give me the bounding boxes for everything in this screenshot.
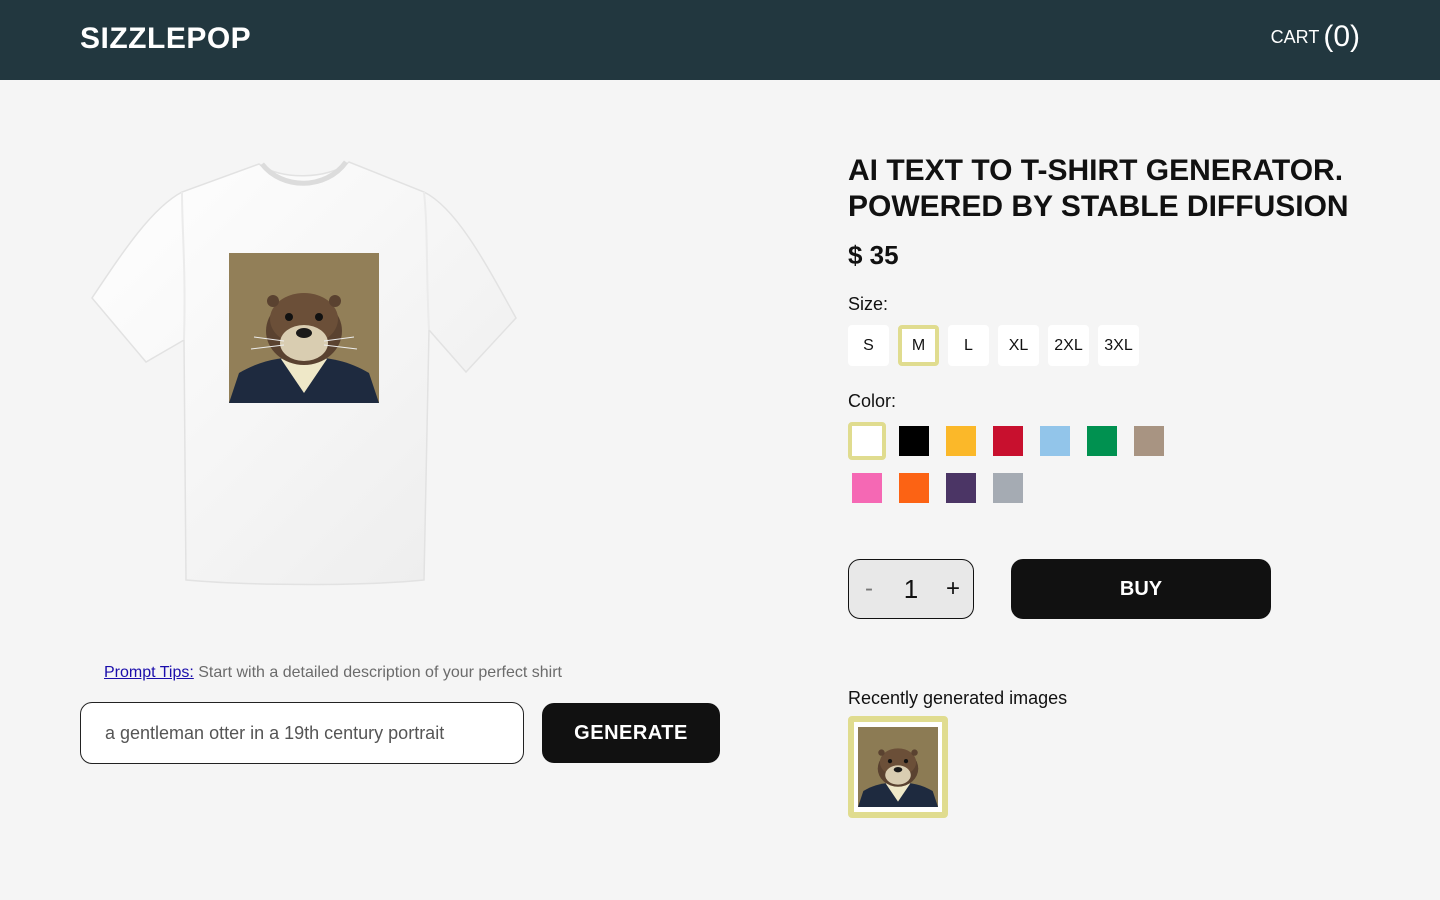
color-swatch-2[interactable] bbox=[895, 422, 933, 460]
color-swatch-8[interactable] bbox=[848, 469, 886, 507]
otter-portrait-thumbnail bbox=[858, 727, 938, 807]
size-option-2xl[interactable]: 2XL bbox=[1048, 325, 1089, 366]
color-swatch-4[interactable] bbox=[989, 422, 1027, 460]
site-header: SIZZLEPOP CART (0) bbox=[0, 0, 1440, 80]
quantity-value: 1 bbox=[903, 573, 919, 604]
color-swatch-fill bbox=[1087, 426, 1117, 456]
tshirt-preview bbox=[84, 150, 524, 590]
quantity-stepper: - 1 + bbox=[848, 559, 974, 619]
size-option-l[interactable]: L bbox=[948, 325, 989, 366]
color-swatch-10[interactable] bbox=[942, 469, 980, 507]
size-options: S M L XL 2XL 3XL bbox=[848, 325, 1139, 366]
recent-images-label: Recently generated images bbox=[848, 688, 1068, 708]
prompt-tips-link[interactable]: Prompt Tips: bbox=[104, 664, 194, 681]
product-title-line-2: POWERED BY STABLE DIFFUSION bbox=[848, 190, 1349, 223]
color-swatch-6[interactable] bbox=[1083, 422, 1121, 460]
recent-image-thumbnail[interactable] bbox=[848, 716, 948, 818]
cart-link[interactable]: CART (0) bbox=[1271, 20, 1360, 54]
size-label: Size: bbox=[848, 294, 889, 314]
generate-button[interactable]: GENERATE bbox=[542, 703, 720, 763]
color-swatch-11[interactable] bbox=[989, 469, 1027, 507]
color-swatch-7[interactable] bbox=[1130, 422, 1168, 460]
color-swatch-fill bbox=[899, 473, 929, 503]
color-swatch-fill bbox=[852, 473, 882, 503]
color-swatch-9[interactable] bbox=[895, 469, 933, 507]
color-options bbox=[848, 422, 1178, 507]
quantity-decrease-button[interactable]: - bbox=[859, 575, 879, 603]
prompt-tips: Prompt Tips: Start with a detailed descr… bbox=[104, 664, 562, 682]
color-swatch-1[interactable] bbox=[848, 422, 886, 460]
size-option-xl[interactable]: XL bbox=[998, 325, 1039, 366]
color-swatch-5[interactable] bbox=[1036, 422, 1074, 460]
site-logo[interactable]: SIZZLEPOP bbox=[80, 22, 251, 56]
size-option-m[interactable]: M bbox=[898, 325, 939, 366]
color-label: Color: bbox=[848, 391, 897, 411]
cart-label: CART bbox=[1270, 26, 1320, 47]
color-swatch-fill bbox=[993, 426, 1023, 456]
color-swatch-fill bbox=[1040, 426, 1070, 456]
product-title: AI TEXT TO T-SHIRT GENERATOR. POWERED BY… bbox=[848, 153, 1368, 225]
color-swatch-fill bbox=[946, 473, 976, 503]
quantity-increase-button[interactable]: + bbox=[943, 575, 963, 603]
otter-portrait-image bbox=[229, 253, 379, 403]
color-swatch-3[interactable] bbox=[942, 422, 980, 460]
product-price: $ 35 bbox=[848, 240, 899, 270]
prompt-input[interactable] bbox=[80, 702, 524, 764]
size-option-s[interactable]: S bbox=[848, 325, 889, 366]
prompt-tips-text: Start with a detailed description of you… bbox=[193, 664, 562, 681]
color-swatch-fill bbox=[946, 426, 976, 456]
cart-count: (0) bbox=[1323, 20, 1360, 53]
product-title-line-1: AI TEXT TO T-SHIRT GENERATOR. bbox=[848, 154, 1344, 187]
color-swatch-fill bbox=[1134, 426, 1164, 456]
color-swatch-fill bbox=[899, 426, 929, 456]
color-swatch-fill bbox=[993, 473, 1023, 503]
size-option-3xl[interactable]: 3XL bbox=[1098, 325, 1139, 366]
buy-button[interactable]: BUY bbox=[1011, 559, 1271, 619]
color-swatch-fill bbox=[852, 426, 882, 456]
